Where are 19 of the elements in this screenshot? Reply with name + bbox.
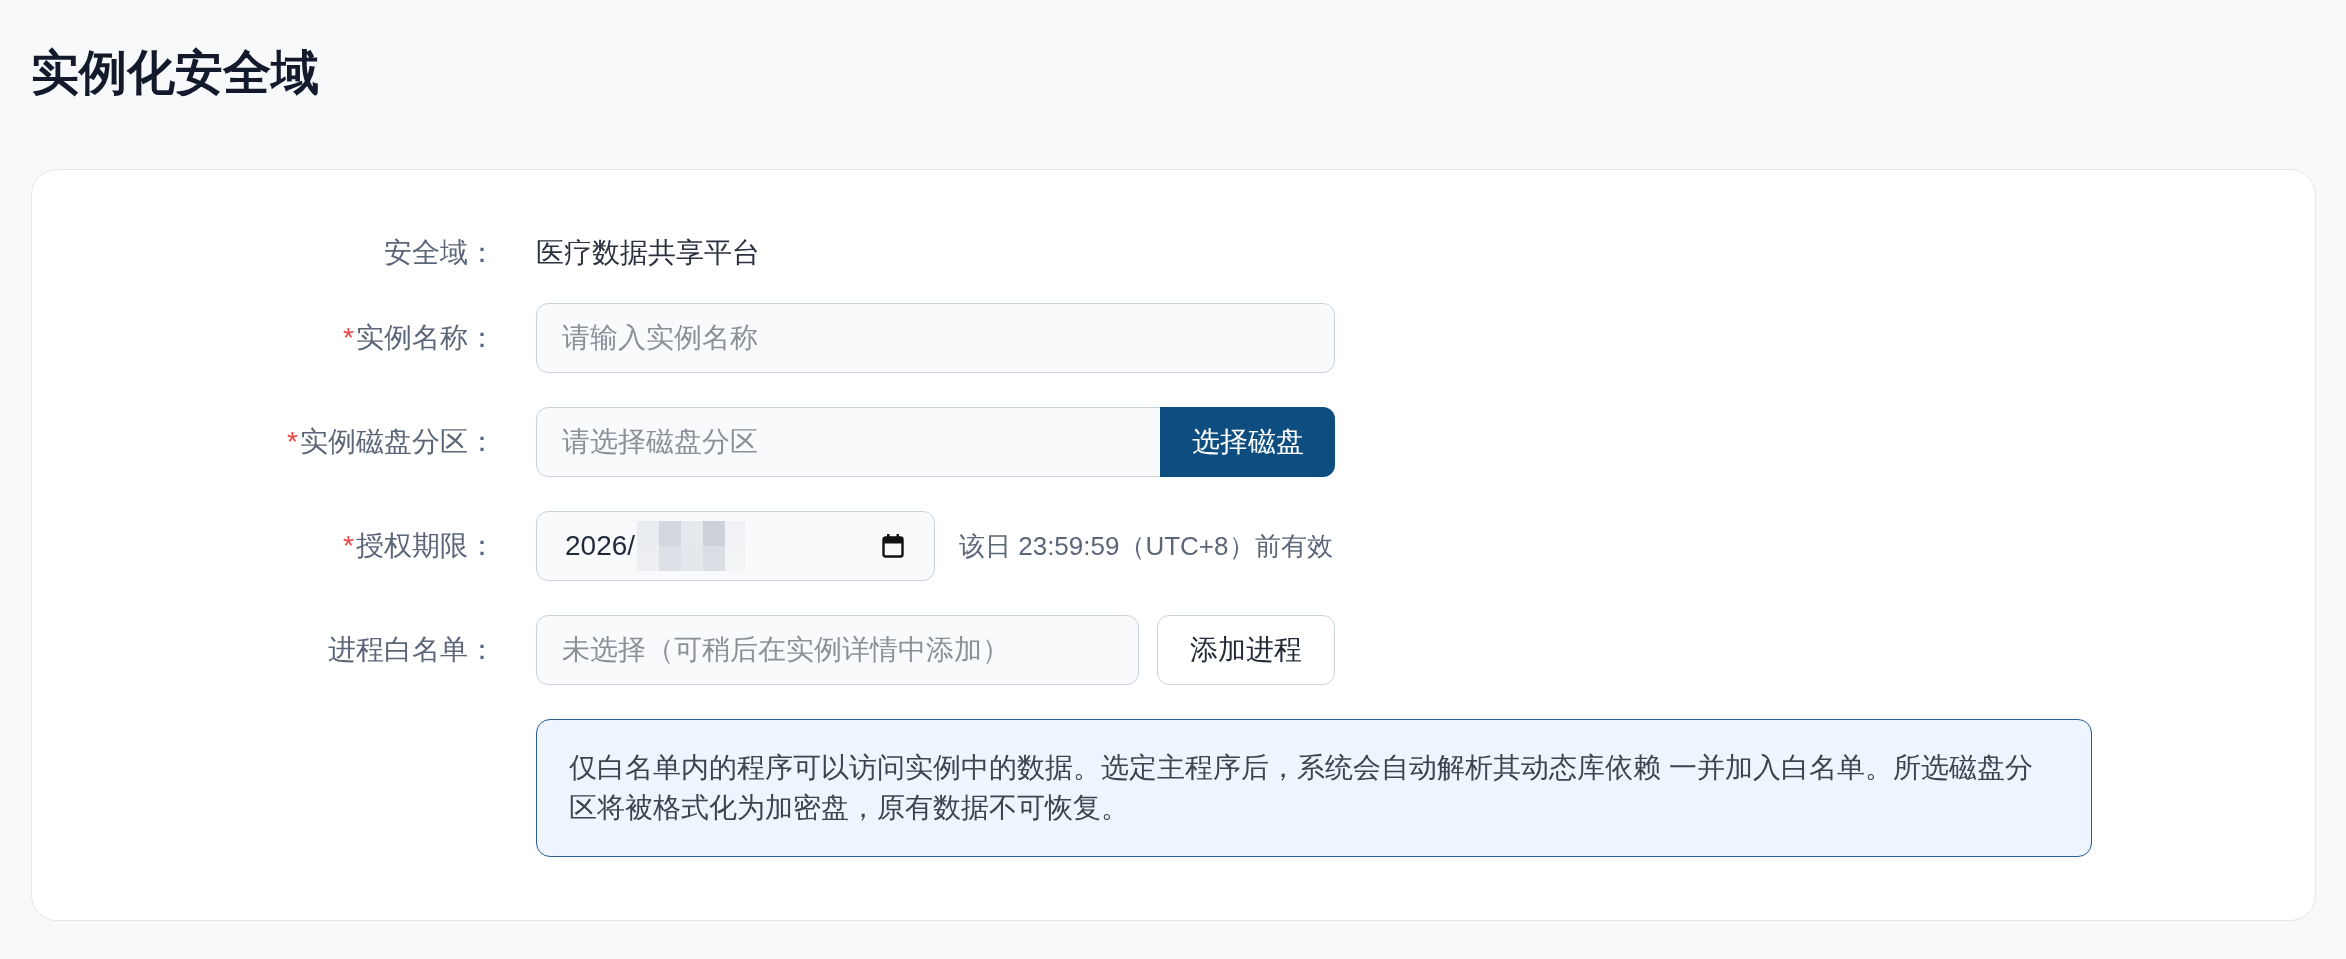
required-mark: * <box>343 322 354 354</box>
input-field[interactable]: 未选择（可稍后在实例详情中添加） <box>536 615 1139 685</box>
field-label: 实例名称： <box>356 322 496 354</box>
input-field[interactable]: 请输入实例名称 <box>536 303 1335 373</box>
field-label: 进程白名单： <box>328 634 496 666</box>
input-field[interactable]: 请选择磁盘分区 <box>536 407 1161 477</box>
field-label: 授权期限： <box>356 530 496 562</box>
field-value: 医疗数据共享平台 <box>536 237 760 269</box>
calendar-icon[interactable] <box>882 534 904 558</box>
outline-button[interactable]: 添加进程 <box>1157 615 1335 685</box>
primary-button[interactable]: 选择磁盘 <box>1160 407 1335 477</box>
validity-hint: 该日 23:59:59（UTC+8）前有效 <box>959 529 1333 563</box>
required-mark: * <box>343 530 354 562</box>
page-title: 实例化安全域 <box>31 45 319 101</box>
field-label: 实例磁盘分区： <box>300 426 496 458</box>
field-label: 安全域： <box>384 237 496 269</box>
required-mark: * <box>287 426 298 458</box>
date-field[interactable]: 2026/ <box>536 511 935 581</box>
info-notice: 仅白名单内的程序可以访问实例中的数据。选定主程序后，系统会自动解析其动态库依赖 一并加入白名单。所选磁盘分区将被格式化为加密盘，原有数据不可恢复。 <box>536 719 2092 857</box>
